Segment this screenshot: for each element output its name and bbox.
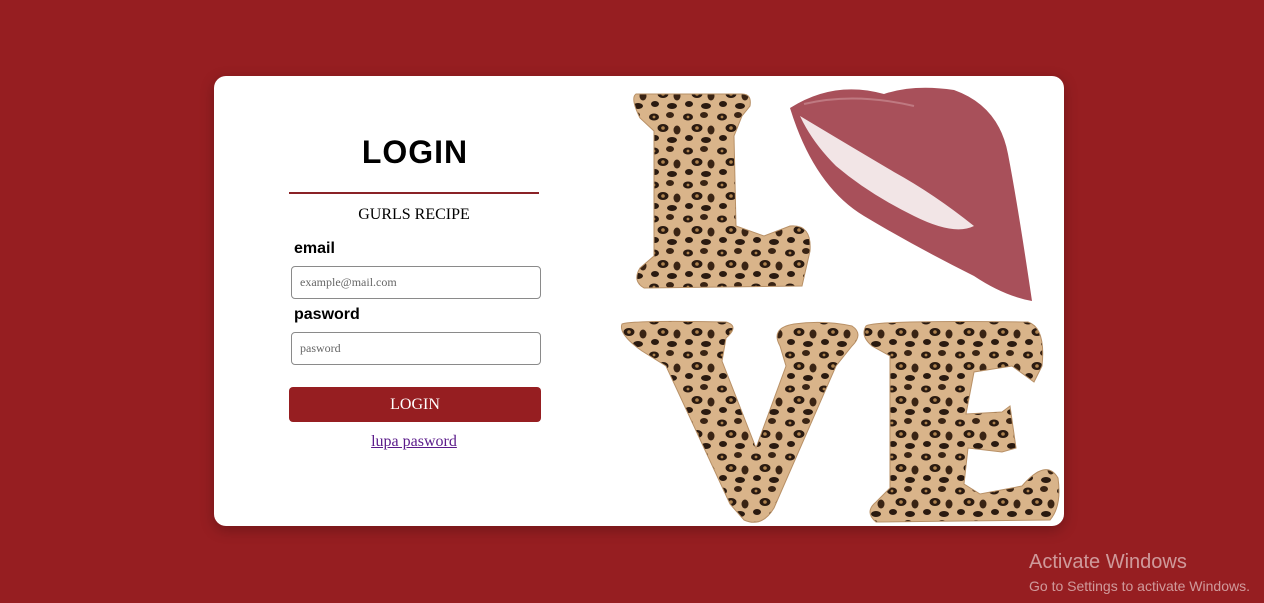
- letter-l: [633, 93, 811, 289]
- letter-e: [863, 321, 1060, 523]
- password-field[interactable]: [291, 332, 541, 365]
- password-label: pasword: [294, 306, 360, 323]
- watermark-subtitle: Go to Settings to activate Windows.: [1029, 578, 1250, 594]
- lips-icon: [790, 87, 1032, 301]
- email-field[interactable]: [291, 266, 541, 299]
- app-subtitle: GURLS RECIPE: [358, 206, 470, 223]
- login-title: LOGIN: [361, 134, 469, 170]
- activate-windows-watermark: Activate Windows Go to Settings to activ…: [1029, 551, 1250, 597]
- title-divider: [289, 192, 539, 194]
- love-artwork: [620, 87, 1060, 523]
- letter-v: [620, 320, 859, 523]
- login-card: LOGIN GURLS RECIPE email pasword LOGIN l…: [214, 76, 1064, 526]
- watermark-title: Activate Windows: [1029, 551, 1187, 573]
- login-button[interactable]: LOGIN: [289, 387, 541, 422]
- email-label: email: [294, 240, 335, 257]
- forgot-password-link[interactable]: lupa pasword: [289, 433, 539, 451]
